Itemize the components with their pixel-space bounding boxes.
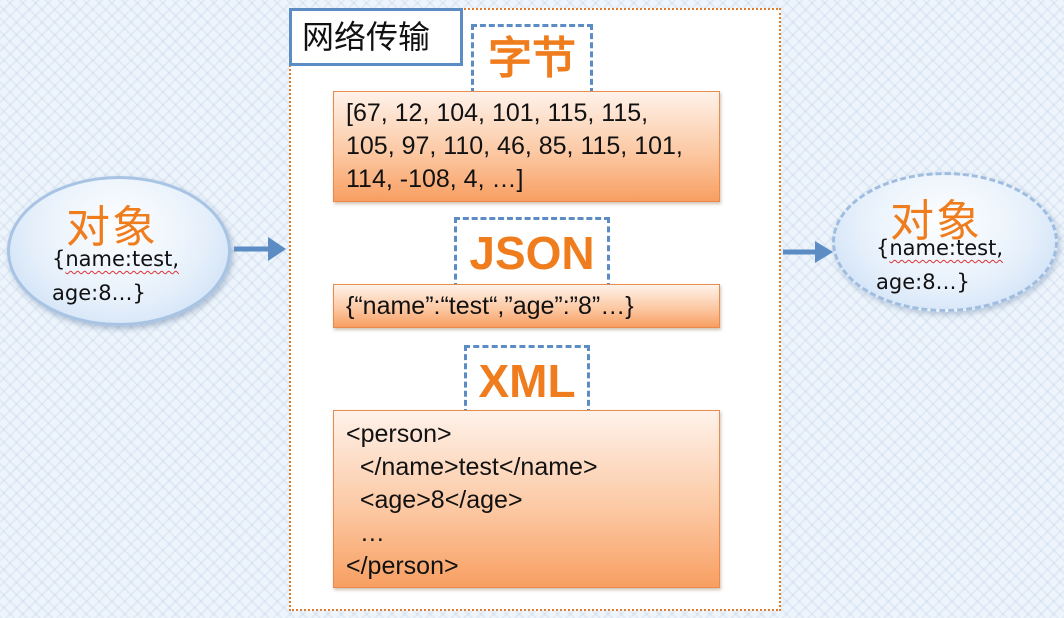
xml-data-box: <person> </name>test</name> <age>8</age>…	[333, 410, 720, 588]
xml-line-4: …	[346, 519, 385, 547]
source-object-ellipse: 对象 {name:test, age:8…}	[7, 176, 231, 326]
bytes-data-box: [67, 12, 104, 101, 115, 115, 105, 97, 11…	[333, 91, 720, 202]
bytes-line-3: 114, -108, 4, …]	[346, 165, 524, 193]
xml-line-5: </person>	[346, 552, 459, 580]
bytes-line-1: [67, 12, 104, 101, 115, 115,	[346, 99, 649, 127]
xml-line-2: </name>test</name>	[346, 453, 598, 481]
bytes-line-2: 105, 97, 110, 46, 85, 115, 101,	[346, 132, 683, 160]
network-transport-title: 网络传输	[289, 8, 463, 66]
xml-line-1: <person>	[346, 420, 452, 448]
arrow-right-icon	[783, 241, 833, 263]
xml-format-label: XML	[464, 345, 590, 415]
source-object-content: {name:test, age:8…}	[52, 242, 179, 310]
target-object-line2: age:8…}	[876, 270, 970, 294]
json-data-box: {“name”:“test“,”age”:”8”…}	[333, 284, 720, 328]
arrow-right-icon	[234, 237, 286, 261]
source-object-line2: age:8…}	[52, 281, 146, 305]
json-format-label: JSON	[454, 217, 610, 289]
bytes-format-label: 字节	[471, 24, 593, 94]
json-content: {“name”:“test“,”age”:”8”…}	[346, 292, 634, 320]
target-object-line1: name:test,	[889, 236, 1004, 260]
xml-line-3: <age>8</age>	[346, 486, 523, 514]
source-object-line1: name:test,	[65, 247, 180, 271]
target-object-ellipse: 对象 {name:test, age:8…}	[832, 172, 1058, 312]
target-object-content: {name:test, age:8…}	[876, 231, 1003, 299]
